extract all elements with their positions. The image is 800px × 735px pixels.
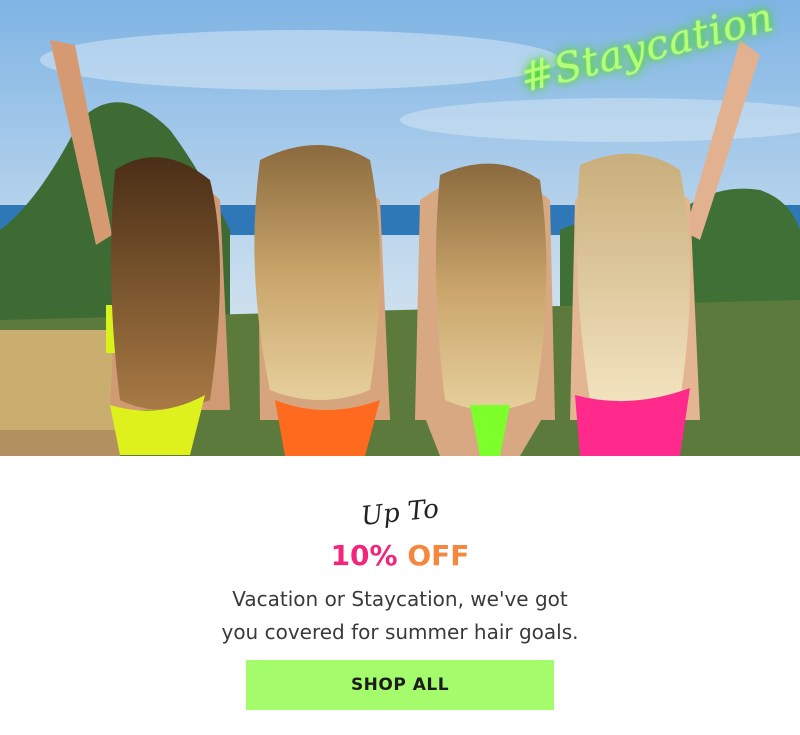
- offer-percent: 10%: [330, 539, 398, 572]
- description-line-1: Vacation or Staycation, we've got: [232, 587, 568, 611]
- promo-description: Vacation or Staycation, we've got you co…: [150, 583, 650, 649]
- offer-word: OFF: [407, 539, 470, 572]
- description-line-2: you covered for summer hair goals.: [221, 620, 579, 644]
- hero-banner[interactable]: #Staycation: [0, 0, 800, 456]
- shop-all-button[interactable]: SHOP ALL: [246, 660, 554, 710]
- offer-headline: 10% OFF: [0, 536, 800, 576]
- promo-section: Up To 10% OFF Vacation or Staycation, we…: [0, 456, 800, 735]
